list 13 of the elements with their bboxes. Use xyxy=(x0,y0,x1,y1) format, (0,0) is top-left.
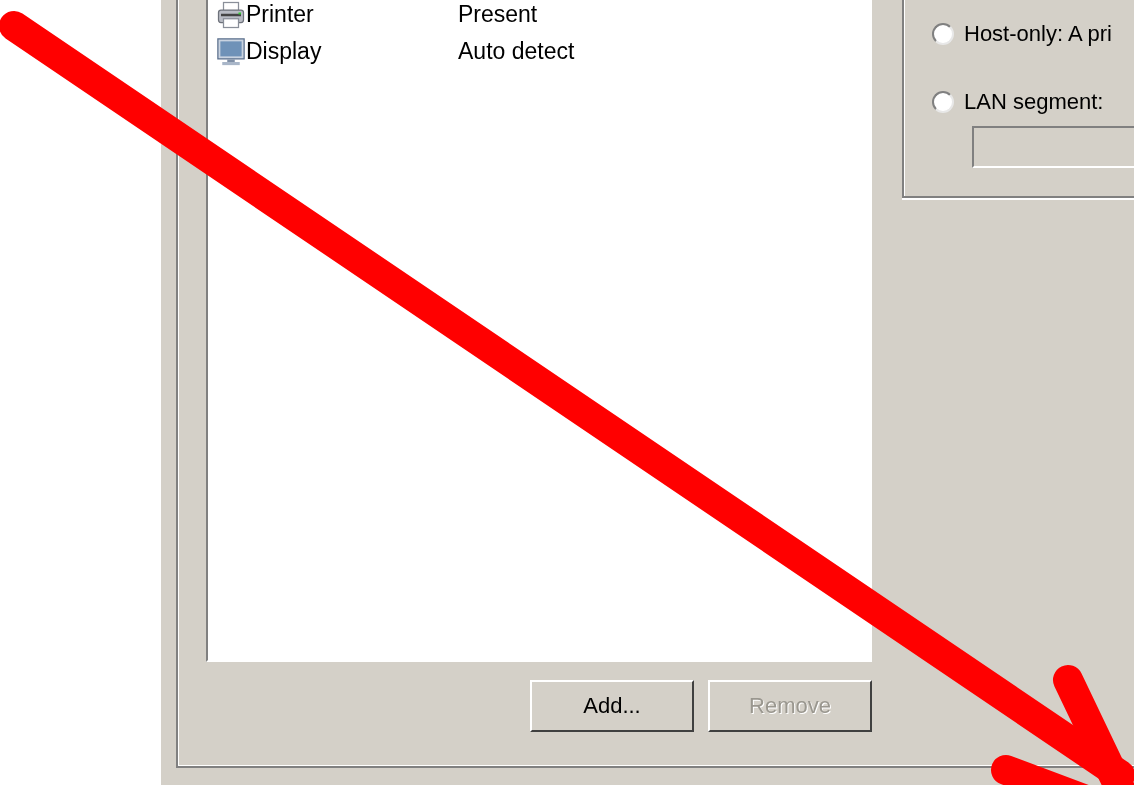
radio-button[interactable] xyxy=(932,23,954,45)
device-row[interactable]: Printer Present xyxy=(216,0,870,33)
lan-segment-field[interactable] xyxy=(972,126,1134,168)
device-summary: Auto detect xyxy=(458,38,575,65)
monitor-icon xyxy=(216,36,246,67)
add-button[interactable]: Add... xyxy=(530,680,694,732)
radio-button[interactable] xyxy=(932,91,954,113)
device-row[interactable]: Display Auto detect xyxy=(216,33,870,70)
radio-label: LAN segment: xyxy=(964,89,1104,115)
device-name: Printer xyxy=(246,1,315,28)
device-summary: Present xyxy=(458,1,538,28)
radio-label: Host-only: A pri xyxy=(964,21,1112,47)
device-name: Display xyxy=(246,38,323,65)
